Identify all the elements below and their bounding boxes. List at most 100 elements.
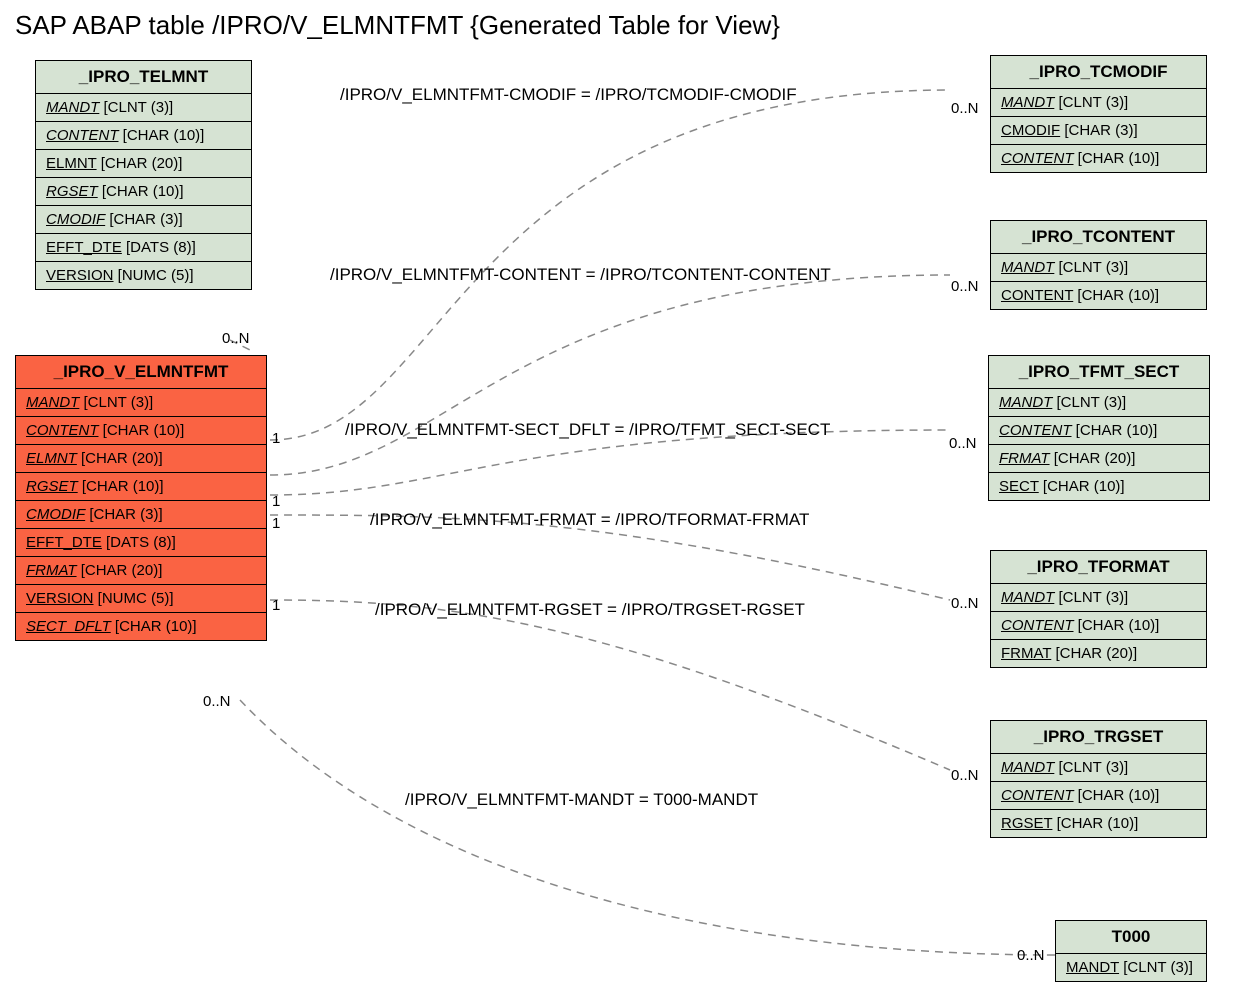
entity-header: _IPRO_TCMODIF — [991, 56, 1206, 89]
field-type: [CLNT (3)] — [1054, 759, 1128, 776]
field-type: [CHAR (20)] — [1050, 450, 1136, 467]
field-name: ELMNT — [26, 450, 77, 467]
field-name: CONTENT — [1001, 617, 1074, 634]
field-name: FRMAT — [999, 450, 1050, 467]
entity-header: _IPRO_TCONTENT — [991, 221, 1206, 254]
field-name: MANDT — [1066, 959, 1119, 976]
entity-field: FRMAT [CHAR (20)] — [16, 557, 266, 585]
field-name: MANDT — [26, 394, 79, 411]
relation-label: /IPRO/V_ELMNTFMT-CMODIF = /IPRO/TCMODIF-… — [340, 85, 797, 105]
entity-field: SECT [CHAR (10)] — [989, 473, 1209, 500]
field-type: [CHAR (10)] — [1072, 422, 1158, 439]
field-type: [CHAR (10)] — [119, 127, 205, 144]
field-name: VERSION — [26, 590, 94, 607]
field-type: [NUMC (5)] — [94, 590, 174, 607]
field-name: CMODIF — [1001, 122, 1060, 139]
entity-ipro-v-elmntfmt: _IPRO_V_ELMNTFMT MANDT [CLNT (3)]CONTENT… — [15, 355, 267, 641]
entity-header: _IPRO_TELMNT — [36, 61, 251, 94]
field-name: MANDT — [1001, 94, 1054, 111]
field-type: [CHAR (10)] — [1074, 787, 1160, 804]
field-type: [CHAR (10)] — [111, 618, 197, 635]
entity-field: CONTENT [CHAR (10)] — [991, 782, 1206, 810]
field-type: [CLNT (3)] — [1054, 94, 1128, 111]
field-type: [DATS (8)] — [102, 534, 176, 551]
field-type: [CHAR (10)] — [1074, 617, 1160, 634]
field-type: [CHAR (3)] — [105, 211, 183, 228]
field-type: [CLNT (3)] — [1054, 589, 1128, 606]
relation-label: /IPRO/V_ELMNTFMT-CONTENT = /IPRO/TCONTEN… — [330, 265, 831, 285]
field-type: [CHAR (10)] — [1039, 478, 1125, 495]
field-type: [CLNT (3)] — [1052, 394, 1126, 411]
cardinality: 0..N — [949, 435, 977, 452]
cardinality: 0..N — [951, 100, 979, 117]
field-name: CONTENT — [1001, 150, 1074, 167]
entity-field: MANDT [CLNT (3)] — [991, 754, 1206, 782]
field-name: CONTENT — [1001, 787, 1074, 804]
field-name: RGSET — [46, 183, 98, 200]
entity-field: MANDT [CLNT (3)] — [991, 89, 1206, 117]
field-type: [CHAR (20)] — [97, 155, 183, 172]
field-type: [CHAR (20)] — [77, 450, 163, 467]
cardinality: 0..N — [951, 767, 979, 784]
entity-header: _IPRO_TFORMAT — [991, 551, 1206, 584]
entity-field: MANDT [CLNT (3)] — [16, 389, 266, 417]
entity-field: VERSION [NUMC (5)] — [16, 585, 266, 613]
page-title: SAP ABAP table /IPRO/V_ELMNTFMT {Generat… — [15, 10, 780, 41]
entity-field: CMODIF [CHAR (3)] — [16, 501, 266, 529]
entity-field: SECT_DFLT [CHAR (10)] — [16, 613, 266, 640]
entity-field: CONTENT [CHAR (10)] — [991, 282, 1206, 309]
entity-header: _IPRO_TFMT_SECT — [989, 356, 1209, 389]
field-name: RGSET — [26, 478, 78, 495]
field-name: FRMAT — [1001, 645, 1051, 662]
field-name: CONTENT — [26, 422, 99, 439]
cardinality: 1 — [272, 597, 280, 614]
field-type: [CHAR (10)] — [98, 183, 184, 200]
relation-label: /IPRO/V_ELMNTFMT-RGSET = /IPRO/TRGSET-RG… — [375, 600, 805, 620]
field-type: [CHAR (3)] — [85, 506, 163, 523]
field-name: CMODIF — [26, 506, 85, 523]
field-name: RGSET — [1001, 815, 1052, 832]
field-name: MANDT — [1001, 589, 1054, 606]
entity-field: EFFT_DTE [DATS (8)] — [36, 234, 251, 262]
entity-field: RGSET [CHAR (10)] — [991, 810, 1206, 837]
entity-t000: T000 MANDT [CLNT (3)] — [1055, 920, 1207, 982]
field-type: [CHAR (20)] — [1051, 645, 1137, 662]
entity-field: RGSET [CHAR (10)] — [16, 473, 266, 501]
cardinality: 0..N — [951, 278, 979, 295]
entity-field: CONTENT [CHAR (10)] — [36, 122, 251, 150]
field-type: [CHAR (10)] — [1074, 150, 1160, 167]
entity-field: CONTENT [CHAR (10)] — [16, 417, 266, 445]
entity-ipro-tformat: _IPRO_TFORMAT MANDT [CLNT (3)] CONTENT [C… — [990, 550, 1207, 668]
field-name: VERSION — [46, 267, 114, 284]
entity-field: MANDT [CLNT (3)] — [36, 94, 251, 122]
entity-ipro-telmnt: _IPRO_TELMNT MANDT [CLNT (3)]CONTENT [CH… — [35, 60, 252, 290]
entity-ipro-tcontent: _IPRO_TCONTENT MANDT [CLNT (3)]CONTENT [… — [990, 220, 1207, 310]
field-name: MANDT — [1001, 259, 1054, 276]
field-type: [CLNT (3)] — [1119, 959, 1193, 976]
entity-field: VERSION [NUMC (5)] — [36, 262, 251, 289]
field-name: ELMNT — [46, 155, 97, 172]
field-type: [CHAR (10)] — [78, 478, 164, 495]
field-name: CMODIF — [46, 211, 105, 228]
field-type: [CLNT (3)] — [99, 99, 173, 116]
field-type: [CHAR (10)] — [1052, 815, 1138, 832]
relation-label: /IPRO/V_ELMNTFMT-FRMAT = /IPRO/TFORMAT-F… — [370, 510, 809, 530]
entity-field: ELMNT [CHAR (20)] — [16, 445, 266, 473]
field-type: [CHAR (20)] — [77, 562, 163, 579]
entity-field: CONTENT [CHAR (10)] — [991, 145, 1206, 172]
relation-label: /IPRO/V_ELMNTFMT-MANDT = T000-MANDT — [405, 790, 758, 810]
field-type: [CLNT (3)] — [79, 394, 153, 411]
entity-field: MANDT [CLNT (3)] — [989, 389, 1209, 417]
entity-field: MANDT [CLNT (3)] — [991, 584, 1206, 612]
field-name: CONTENT — [1001, 287, 1073, 304]
field-name: CONTENT — [46, 127, 119, 144]
entity-field: ELMNT [CHAR (20)] — [36, 150, 251, 178]
field-name: EFFT_DTE — [46, 239, 122, 256]
entity-field: MANDT [CLNT (3)] — [991, 254, 1206, 282]
cardinality: 1 — [272, 515, 280, 532]
field-type: [CHAR (10)] — [1073, 287, 1159, 304]
cardinality: 0..N — [222, 330, 250, 347]
field-name: MANDT — [999, 394, 1052, 411]
entity-ipro-tcmodif: _IPRO_TCMODIF MANDT [CLNT (3)] CMODIF [CH… — [990, 55, 1207, 173]
field-name: CONTENT — [999, 422, 1072, 439]
